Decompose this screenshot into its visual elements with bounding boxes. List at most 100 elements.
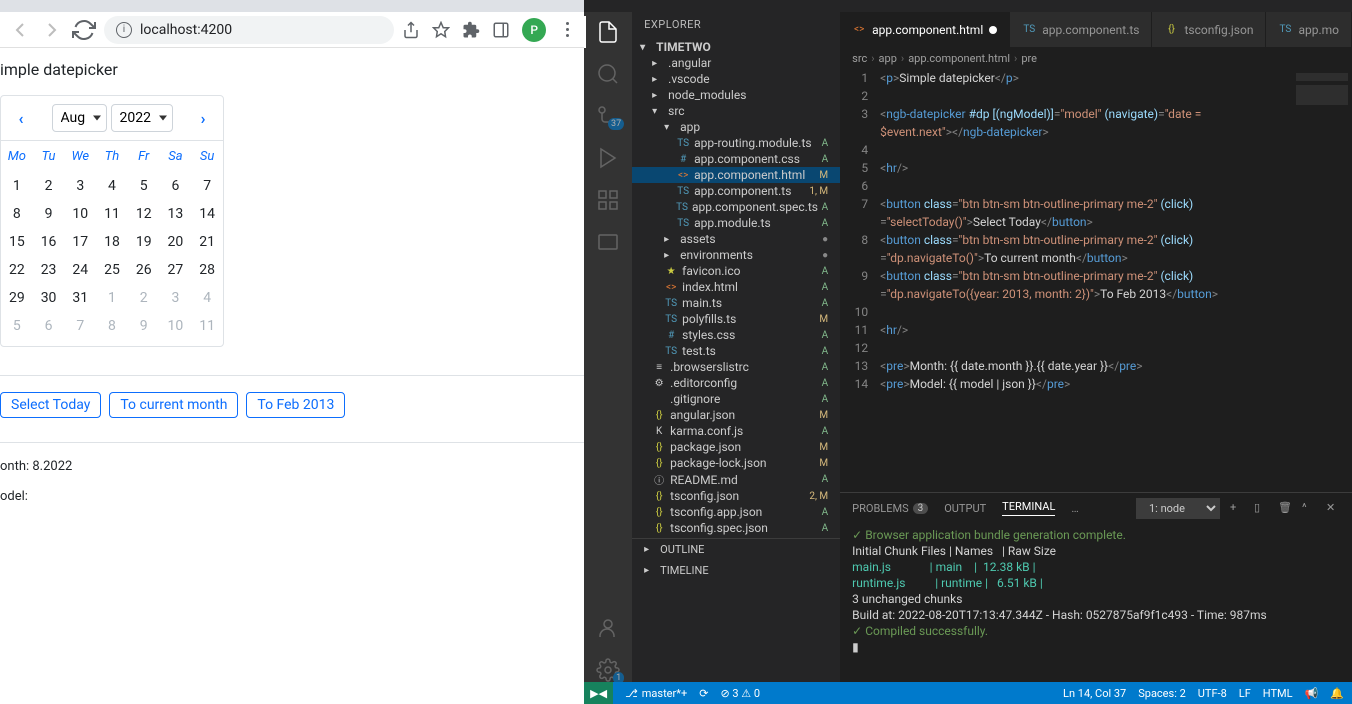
close-panel-icon[interactable]: ✕ [1326, 501, 1340, 515]
file-item[interactable]: #app.component.cssA [632, 151, 840, 167]
folder-item[interactable]: ▸node_modules [632, 87, 840, 103]
file-item[interactable]: {}tsconfig.app.jsonA [632, 504, 840, 520]
day-cell[interactable]: 31 [64, 284, 96, 312]
folder-item[interactable]: ▸.angular [632, 55, 840, 71]
timeline-section[interactable]: ▸Timeline [632, 560, 840, 581]
remote-icon[interactable] [596, 230, 620, 254]
terminal-output[interactable]: ✓ Browser application bundle generation … [840, 523, 1352, 682]
day-cell[interactable]: 2 [128, 284, 160, 312]
forward-button[interactable] [40, 18, 64, 42]
terminal-select[interactable]: 1: node [1136, 498, 1220, 519]
day-cell[interactable]: 15 [1, 228, 33, 256]
day-cell[interactable]: 4 [96, 172, 128, 200]
day-cell[interactable]: 27 [160, 256, 192, 284]
folder-item[interactable]: ▾src [632, 103, 840, 119]
day-cell[interactable]: 3 [64, 172, 96, 200]
day-cell[interactable]: 12 [128, 200, 160, 228]
sidepanel-icon[interactable] [492, 21, 510, 39]
debug-icon[interactable] [596, 146, 620, 170]
day-cell[interactable]: 23 [33, 256, 65, 284]
day-cell[interactable]: 10 [64, 200, 96, 228]
day-cell[interactable]: 24 [64, 256, 96, 284]
address-bar[interactable]: i localhost:4200 [104, 16, 394, 44]
settings-gear-icon[interactable]: 1 [596, 658, 620, 682]
breadcrumb-item[interactable]: app [879, 52, 897, 65]
extensions-activity-icon[interactable] [596, 188, 620, 212]
file-item[interactable]: TSpolyfills.tsM [632, 311, 840, 327]
day-cell[interactable]: 16 [33, 228, 65, 256]
account-icon[interactable] [596, 616, 620, 640]
day-cell[interactable]: 9 [33, 200, 65, 228]
problems-status[interactable]: ⊘ 3 ⚠ 0 [720, 687, 760, 700]
kill-terminal-icon[interactable]: 🗑 [1278, 501, 1292, 515]
outline-section[interactable]: ▸Outline [632, 539, 840, 560]
day-cell[interactable]: 4 [191, 284, 223, 312]
file-item[interactable]: Kkarma.conf.jsA [632, 423, 840, 439]
folder-item[interactable]: ▸environments● [632, 247, 840, 263]
git-branch[interactable]: ⎇ master*+ [625, 687, 687, 700]
minimap[interactable] [1292, 69, 1352, 492]
day-cell[interactable]: 7 [64, 312, 96, 340]
next-month-button[interactable]: › [191, 106, 215, 130]
day-cell[interactable]: 10 [160, 312, 192, 340]
day-cell[interactable]: 6 [160, 172, 192, 200]
breadcrumb-item[interactable]: src [852, 52, 867, 65]
feedback-icon[interactable]: 📢 [1305, 687, 1319, 700]
search-icon[interactable] [596, 62, 620, 86]
day-cell[interactable]: 8 [1, 200, 33, 228]
day-cell[interactable]: 5 [1, 312, 33, 340]
problems-tab[interactable]: Problems3 [852, 502, 928, 515]
back-button[interactable] [8, 18, 32, 42]
split-terminal-icon[interactable]: ▯ [1254, 501, 1268, 515]
file-item[interactable]: TStest.tsA [632, 343, 840, 359]
file-item[interactable]: ★favicon.icoA [632, 263, 840, 279]
more-tab[interactable]: … [1071, 502, 1078, 515]
new-terminal-icon[interactable]: + [1230, 501, 1244, 515]
year-select[interactable]: 2022 [111, 104, 173, 132]
file-item[interactable]: <>index.htmlA [632, 279, 840, 295]
day-cell[interactable]: 9 [128, 312, 160, 340]
share-icon[interactable] [402, 21, 420, 39]
breadcrumb-item[interactable]: app.component.html [908, 52, 1010, 65]
day-cell[interactable]: 2 [33, 172, 65, 200]
day-cell[interactable]: 25 [96, 256, 128, 284]
bookmark-star-icon[interactable] [432, 21, 450, 39]
editor-tab[interactable]: TSapp.mo [1266, 12, 1352, 47]
day-cell[interactable]: 6 [33, 312, 65, 340]
maximize-panel-icon[interactable]: ^ [1302, 501, 1316, 515]
day-cell[interactable]: 8 [96, 312, 128, 340]
editor-tab[interactable]: <>app.component.html [840, 12, 1010, 47]
file-item[interactable]: <>app.component.htmlM [632, 167, 840, 183]
day-cell[interactable]: 17 [64, 228, 96, 256]
project-root[interactable]: ▾TIMETWO [632, 39, 840, 55]
encoding[interactable]: UTF-8 [1198, 687, 1227, 700]
terminal-tab[interactable]: Terminal [1002, 500, 1055, 516]
eol[interactable]: LF [1239, 687, 1251, 700]
extensions-icon[interactable] [462, 21, 480, 39]
day-cell[interactable]: 20 [160, 228, 192, 256]
file-item[interactable]: {}package-lock.jsonM [632, 455, 840, 471]
file-item[interactable]: .gitignoreA [632, 391, 840, 407]
day-cell[interactable]: 13 [160, 200, 192, 228]
action-button[interactable]: To Feb 2013 [246, 392, 345, 418]
day-cell[interactable]: 19 [128, 228, 160, 256]
day-cell[interactable]: 28 [191, 256, 223, 284]
day-cell[interactable]: 29 [1, 284, 33, 312]
day-cell[interactable]: 21 [191, 228, 223, 256]
day-cell[interactable]: 11 [96, 200, 128, 228]
day-cell[interactable]: 22 [1, 256, 33, 284]
remote-indicator[interactable]: ▶◀ [584, 682, 613, 704]
code-editor[interactable]: 1234567891011121314 <p>Simple datepicker… [840, 69, 1352, 492]
day-cell[interactable]: 14 [191, 200, 223, 228]
notifications-icon[interactable]: 🔔 [1330, 687, 1344, 700]
day-cell[interactable]: 5 [128, 172, 160, 200]
editor-tab[interactable]: {}tsconfig.json [1152, 12, 1266, 47]
breadcrumb-item[interactable]: pre [1021, 52, 1037, 65]
file-item[interactable]: ⚙.editorconfigA [632, 375, 840, 391]
reload-button[interactable] [72, 18, 96, 42]
action-button[interactable]: Select Today [0, 392, 101, 418]
month-select[interactable]: Aug [52, 104, 107, 132]
file-item[interactable]: {}package.jsonM [632, 439, 840, 455]
editor-tab[interactable]: TSapp.component.ts [1010, 12, 1152, 47]
folder-item[interactable]: ▸assets● [632, 231, 840, 247]
